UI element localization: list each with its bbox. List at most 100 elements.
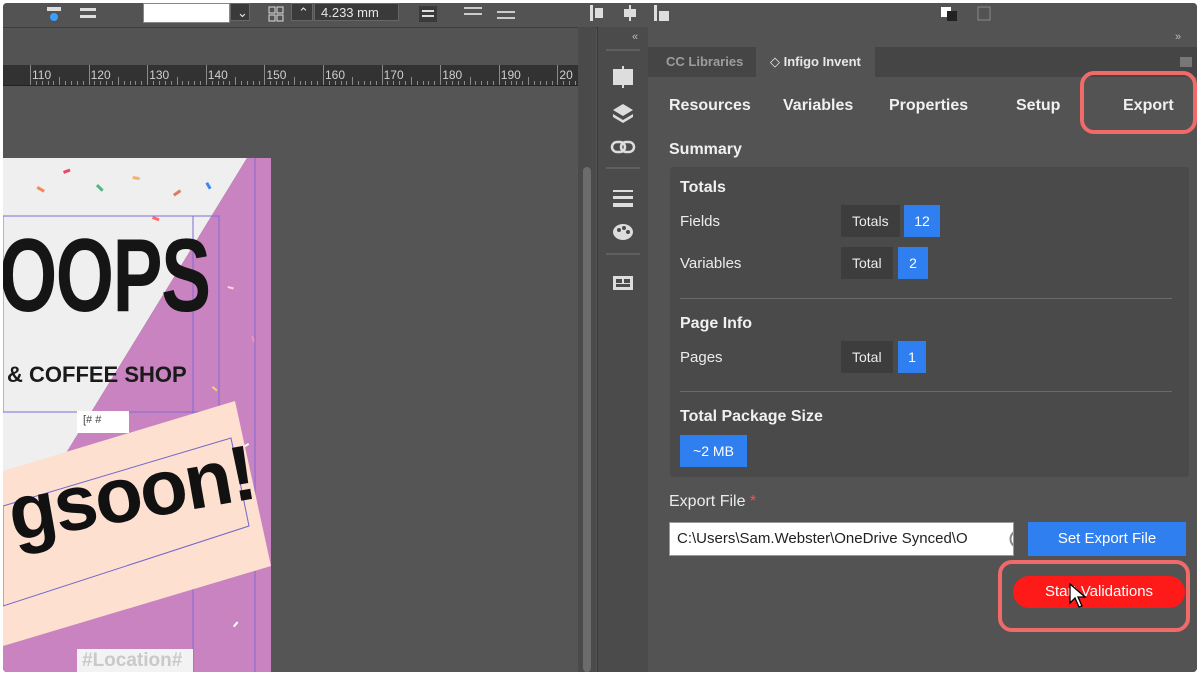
variables-label: Variables bbox=[680, 255, 742, 272]
ruler-minor-tick bbox=[59, 77, 61, 85]
ruler-minor-tick bbox=[334, 81, 336, 85]
clear-path-icon[interactable] bbox=[1008, 528, 1014, 550]
ruler-minor-tick bbox=[117, 77, 119, 85]
tab-infigo-invent[interactable]: ◇ Infigo Invent bbox=[756, 47, 875, 77]
stroke-style-icon[interactable] bbox=[43, 5, 65, 23]
ruler-minor-tick bbox=[164, 81, 166, 85]
ruler-minor-tick bbox=[176, 77, 178, 85]
expand-panel-icon[interactable]: » bbox=[1175, 31, 1181, 43]
ruler-minor-tick bbox=[281, 81, 283, 85]
required-mark: * bbox=[749, 493, 757, 510]
ruler-minor-tick bbox=[194, 81, 196, 85]
scrollbar-thumb[interactable] bbox=[583, 167, 591, 672]
ruler-minor-tick bbox=[293, 77, 295, 85]
ruler-minor-tick bbox=[76, 81, 78, 85]
strip-grip bbox=[606, 167, 640, 169]
strip-grip bbox=[606, 253, 640, 255]
start-validations-button[interactable]: Start Validations bbox=[1013, 576, 1185, 608]
ruler-minor-tick bbox=[82, 81, 84, 85]
links-icon[interactable] bbox=[608, 133, 638, 161]
style-dropdown-toggle[interactable]: ⌄ bbox=[230, 3, 250, 21]
ruler-minor-tick bbox=[223, 81, 225, 85]
summary-card: Totals Fields Totals 12 Variables Total … bbox=[670, 167, 1189, 477]
ruler-minor-tick bbox=[446, 81, 448, 85]
totals-title: Totals bbox=[680, 179, 726, 196]
export-path-input[interactable]: C:\Users\Sam.Webster\OneDrive Synced\O bbox=[669, 522, 1014, 556]
frame-fitting-icon[interactable] bbox=[975, 5, 997, 23]
ruler-minor-tick bbox=[399, 81, 401, 85]
ruler-major-tick bbox=[381, 65, 383, 85]
ruler-minor-tick bbox=[481, 81, 483, 85]
ruler-minor-tick bbox=[240, 81, 242, 85]
package-size-title: Total Package Size bbox=[680, 408, 823, 425]
ruler-major-tick bbox=[498, 65, 500, 85]
ruler-minor-tick bbox=[170, 81, 172, 85]
ruler-minor-tick bbox=[188, 81, 190, 85]
ruler-minor-tick bbox=[65, 81, 67, 85]
infigo-invent-panel: » CC Libraries ◇ Infigo Invent Resources… bbox=[648, 27, 1197, 672]
text-align-icon[interactable] bbox=[417, 5, 439, 23]
ruler-minor-tick bbox=[94, 81, 96, 85]
ruler-minor-tick bbox=[487, 81, 489, 85]
export-path-text: C:\Users\Sam.Webster\OneDrive Synced\O bbox=[677, 530, 968, 547]
ruler-minor-tick bbox=[533, 81, 535, 85]
ruler-minor-tick bbox=[510, 81, 512, 85]
ruler-minor-tick bbox=[387, 81, 389, 85]
ruler-minor-tick bbox=[71, 81, 73, 85]
ruler-minor-tick bbox=[463, 81, 465, 85]
package-size-badge: ~2 MB bbox=[680, 435, 747, 467]
app-window: ⌄ ⌃ 4.233 mm 110 120 130 140 150 160 170… bbox=[3, 3, 1197, 672]
swatches-icon[interactable] bbox=[608, 217, 638, 245]
ruler-minor-tick bbox=[217, 81, 219, 85]
ruler-minor-tick bbox=[153, 81, 155, 85]
swap-fill-stroke-icon[interactable] bbox=[938, 5, 960, 23]
nav-properties[interactable]: Properties bbox=[889, 97, 968, 115]
paragraph-spacing-icon[interactable] bbox=[495, 5, 517, 23]
spinner-stepper[interactable]: ⌃ bbox=[291, 3, 313, 21]
summary-divider bbox=[680, 391, 1172, 392]
ruler-minor-tick bbox=[492, 81, 494, 85]
pages-count: 1 bbox=[898, 341, 926, 373]
ruler-label: 180 bbox=[442, 68, 463, 82]
align-left-objects-icon[interactable] bbox=[587, 5, 609, 23]
control-bar: ⌄ ⌃ 4.233 mm bbox=[3, 3, 1197, 28]
align-bottom-icon[interactable] bbox=[77, 5, 99, 23]
align-bottom-objects-icon[interactable] bbox=[651, 5, 673, 23]
export-highlight bbox=[1080, 71, 1197, 134]
grid-icon[interactable] bbox=[265, 5, 287, 23]
style-field[interactable] bbox=[143, 3, 230, 23]
nav-variables[interactable]: Variables bbox=[783, 97, 853, 115]
fields-key: Totals bbox=[841, 205, 900, 237]
strip-grip bbox=[606, 49, 640, 51]
ruler-minor-tick bbox=[106, 81, 108, 85]
line-spacing-icon[interactable] bbox=[462, 5, 484, 23]
ruler-minor-tick bbox=[41, 81, 43, 85]
ruler-minor-tick bbox=[504, 81, 506, 85]
ruler-minor-tick bbox=[569, 81, 571, 85]
pages-panel-icon[interactable] bbox=[608, 63, 638, 91]
panel-menu-icon[interactable] bbox=[1180, 57, 1192, 67]
nav-resources[interactable]: Resources bbox=[669, 97, 751, 115]
fields-count: 12 bbox=[904, 205, 940, 237]
ruler-minor-tick bbox=[53, 81, 55, 85]
layers-icon[interactable] bbox=[608, 99, 638, 127]
measure-field[interactable]: 4.233 mm bbox=[314, 3, 399, 21]
nav-setup[interactable]: Setup bbox=[1016, 97, 1060, 115]
align-center-objects-icon[interactable] bbox=[619, 5, 641, 23]
ruler-minor-tick bbox=[252, 81, 254, 85]
ruler-minor-tick bbox=[276, 81, 278, 85]
ruler-minor-tick bbox=[358, 81, 360, 85]
tab-cc-libraries[interactable]: CC Libraries bbox=[652, 47, 757, 77]
stroke-panel-icon[interactable] bbox=[608, 183, 638, 211]
ruler-minor-tick bbox=[346, 81, 348, 85]
ruler-major-tick bbox=[323, 65, 324, 85]
ruler-minor-tick bbox=[211, 81, 213, 85]
collapse-strip-icon[interactable]: « bbox=[632, 31, 638, 43]
canvas-scrollbar[interactable] bbox=[578, 27, 596, 672]
variables-count: 2 bbox=[898, 247, 928, 279]
set-export-file-button[interactable]: Set Export File bbox=[1028, 522, 1186, 556]
ruler-minor-tick bbox=[47, 81, 49, 85]
ruler-minor-tick bbox=[563, 81, 565, 85]
infigo-panel-icon[interactable] bbox=[608, 269, 638, 297]
panel-icon-strip: « bbox=[597, 27, 649, 672]
